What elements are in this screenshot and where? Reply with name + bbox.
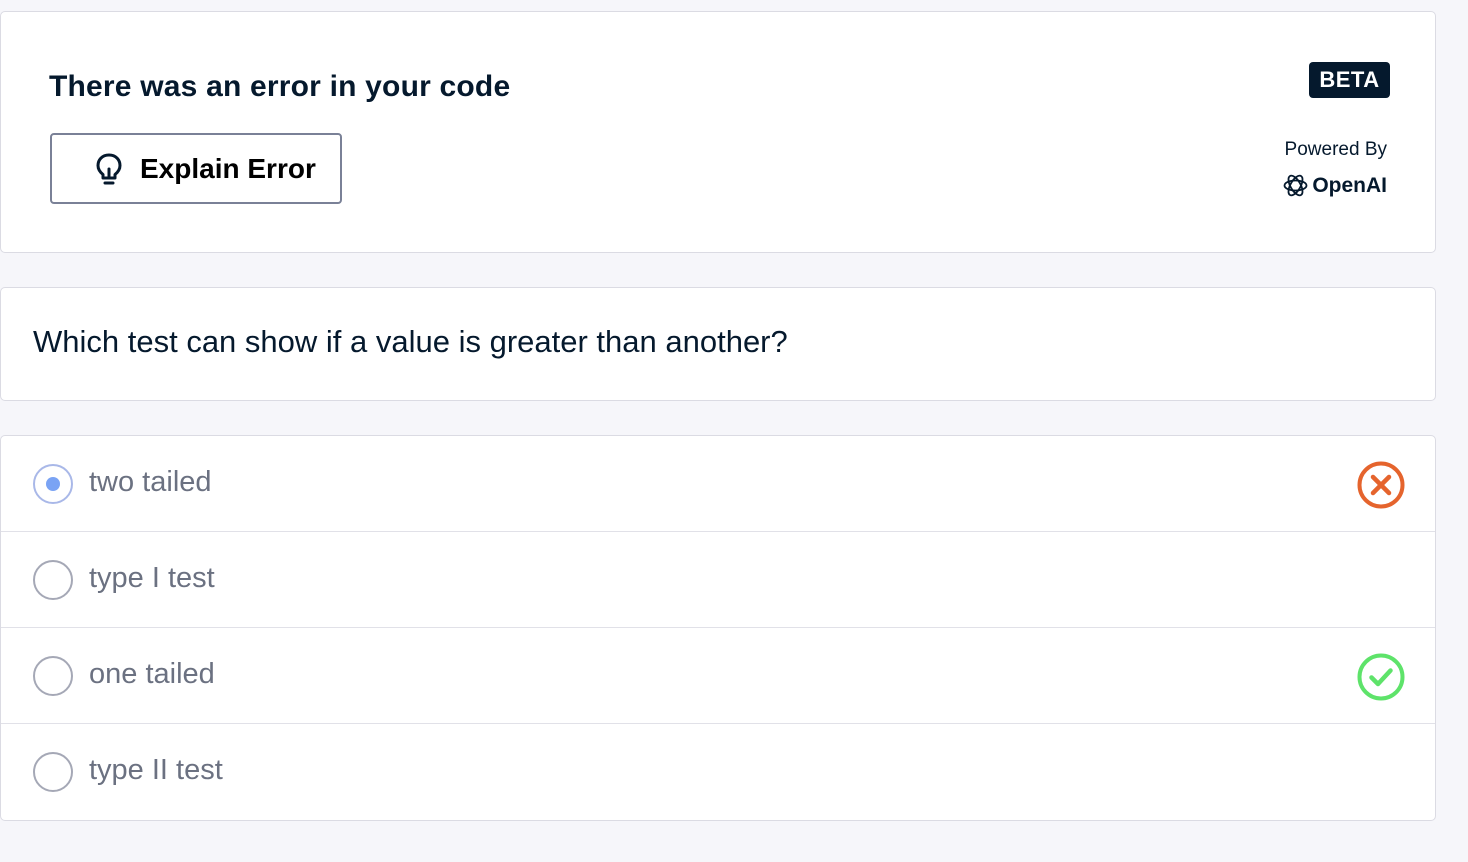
question-text: Which test can show if a value is greate… — [33, 324, 788, 359]
answer-option[interactable]: type I test — [1, 532, 1435, 628]
explain-error-button[interactable]: Explain Error — [50, 133, 342, 204]
x-circle-icon — [1357, 461, 1405, 509]
explain-error-label: Explain Error — [140, 152, 316, 184]
radio-button[interactable] — [33, 656, 73, 696]
openai-attribution: OpenAI — [1282, 172, 1387, 199]
check-circle-icon — [1357, 653, 1405, 701]
radio-button-selected[interactable] — [33, 464, 73, 504]
answer-option-label: type II test — [89, 754, 223, 786]
openai-name: OpenAI — [1312, 173, 1387, 197]
answer-option[interactable]: two tailed — [1, 436, 1435, 532]
answer-option[interactable]: type II test — [1, 724, 1435, 820]
answer-option-label: two tailed — [89, 466, 212, 498]
radio-button[interactable] — [33, 560, 73, 600]
powered-by-label: Powered By — [1284, 139, 1387, 160]
lightbulb-icon — [94, 152, 124, 186]
error-panel: There was an error in your code Explain … — [0, 11, 1436, 253]
error-title: There was an error in your code — [49, 70, 511, 103]
answer-option-label: one tailed — [89, 658, 215, 690]
openai-logo-icon — [1282, 172, 1309, 199]
answer-option[interactable]: one tailed — [1, 628, 1435, 724]
question-card: Which test can show if a value is greate… — [0, 287, 1436, 401]
radio-button[interactable] — [33, 752, 73, 792]
answer-options: two tailed type I test one tailed type I… — [0, 435, 1436, 821]
answer-option-label: type I test — [89, 562, 215, 594]
beta-badge: BETA — [1309, 62, 1390, 98]
